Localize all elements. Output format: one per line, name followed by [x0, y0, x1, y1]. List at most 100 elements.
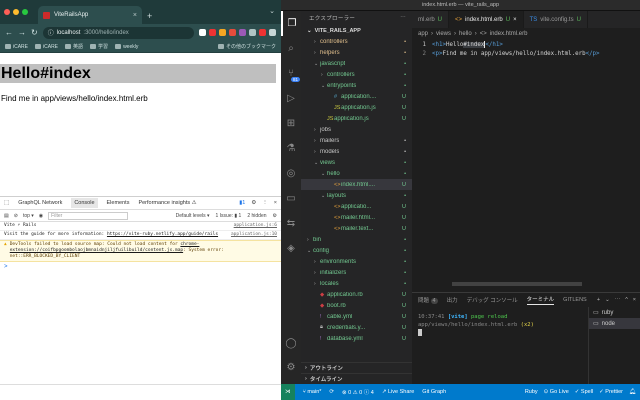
- zoom-window-button[interactable]: [22, 9, 28, 15]
- tree-file[interactable]: ◆ application.rb U: [301, 289, 412, 300]
- testing-flask-icon[interactable]: ⚗: [281, 136, 301, 161]
- run-debug-icon[interactable]: ▷: [281, 86, 301, 111]
- profile-avatar[interactable]: [269, 29, 276, 36]
- tab-console[interactable]: Console: [71, 198, 98, 208]
- tree-file[interactable]: ! database.yml U: [301, 333, 412, 344]
- terminal-dropdown-icon[interactable]: ⌄: [605, 297, 610, 303]
- tree-file[interactable]: JS application.js U: [301, 113, 412, 124]
- forward-button[interactable]: →: [18, 28, 26, 37]
- live-share-icon[interactable]: ⇆: [281, 211, 301, 236]
- sidebar-toggle-icon[interactable]: ▤: [4, 213, 9, 219]
- tree-folder[interactable]: › locales •: [301, 278, 412, 289]
- notifications-bell-icon[interactable]: 🔔︎: [629, 389, 636, 395]
- console-settings-icon[interactable]: ⚙: [273, 213, 277, 219]
- search-icon[interactable]: ⌕: [281, 36, 301, 61]
- maximize-panel-icon[interactable]: ^: [625, 297, 628, 303]
- explorer-more-icon[interactable]: ⋯: [400, 15, 406, 21]
- go-live-button[interactable]: ⊙ Go Live: [544, 389, 569, 395]
- editor-tab[interactable]: TS vite.config.ts U: [524, 11, 588, 28]
- guide-link[interactable]: https://vite-ruby.netlify.app/guide/rail…: [107, 232, 218, 237]
- back-button[interactable]: ←: [5, 28, 13, 37]
- bookmark-item[interactable]: 学習: [90, 43, 108, 50]
- extension-icon[interactable]: [219, 29, 226, 36]
- tree-folder[interactable]: ⌄ entrypoints •: [301, 80, 412, 91]
- close-panel-icon[interactable]: ×: [633, 297, 636, 303]
- tree-file[interactable]: ! cable.yml U: [301, 311, 412, 322]
- tree-folder[interactable]: ⌄ hello •: [301, 168, 412, 179]
- extension-icon[interactable]: [209, 29, 216, 36]
- tab-debug-console[interactable]: デバッグ コンソール: [467, 296, 518, 304]
- tree-folder[interactable]: ⌄ javascript •: [301, 58, 412, 69]
- tab-search-chevron-icon[interactable]: ⌄: [269, 7, 275, 15]
- tree-file[interactable]: ◆ boot.rb U: [301, 300, 412, 311]
- browser-tab[interactable]: ViteRailsApp ×: [38, 6, 142, 24]
- console-filter-input[interactable]: Filter: [48, 211, 129, 220]
- tab-gitlens[interactable]: GITLENS: [563, 297, 587, 303]
- tree-folder[interactable]: › controllers •: [301, 69, 412, 80]
- tree-folder[interactable]: › helpers •: [301, 47, 412, 58]
- remote-indicator[interactable]: ⋊: [281, 384, 295, 400]
- sync-icon[interactable]: ⟳: [329, 389, 334, 395]
- manage-gear-icon[interactable]: ⚙: [281, 355, 301, 380]
- issues-counter[interactable]: ▮1: [239, 200, 245, 206]
- timeline-section[interactable]: › タイムライン: [301, 373, 412, 384]
- more-options-icon[interactable]: ⋮: [262, 200, 268, 206]
- explorer-files-icon[interactable]: ❐: [281, 11, 301, 36]
- git-graph-button[interactable]: Git Graph: [422, 389, 446, 395]
- tree-file[interactable]: <> mailer.text... U: [301, 223, 412, 234]
- editor-tab[interactable]: ml.erb U: [412, 11, 450, 28]
- tree-folder[interactable]: › controllers •: [301, 36, 412, 47]
- tab-performance-insights[interactable]: Performance insights ⚠: [138, 200, 196, 206]
- prettier-button[interactable]: ✓ Prettier: [599, 389, 623, 395]
- clear-console-icon[interactable]: ⊘: [14, 213, 18, 219]
- more-actions-icon[interactable]: ⋯: [615, 297, 621, 303]
- extensions-icon[interactable]: ⊞: [281, 111, 301, 136]
- log-levels-select[interactable]: Default levels ▾: [176, 213, 210, 219]
- settings-gear-icon[interactable]: ⚙: [251, 200, 256, 206]
- tree-folder[interactable]: ⌄ views •: [301, 157, 412, 168]
- gitlens-icon[interactable]: ◎: [281, 161, 301, 186]
- tab-problems[interactable]: 問題 4: [418, 296, 438, 304]
- horizontal-scrollbar[interactable]: [412, 281, 640, 287]
- problems-indicator[interactable]: ⊗ 0 ⚠ 0 ⓘ 4: [342, 388, 374, 396]
- extension-icon[interactable]: [239, 29, 246, 36]
- extension-icon[interactable]: [249, 29, 256, 36]
- tree-folder[interactable]: › jobs: [301, 124, 412, 135]
- bookmark-item[interactable]: iCARE: [5, 44, 28, 50]
- tree-file[interactable]: 🔒︎ credentials.y... U: [301, 322, 412, 333]
- tab-close-icon[interactable]: ×: [513, 17, 517, 23]
- breadcrumb-item[interactable]: app: [418, 31, 428, 37]
- tree-file[interactable]: <> index.html.... U: [301, 179, 412, 190]
- inspect-icon[interactable]: ⬚: [4, 200, 9, 206]
- project-root[interactable]: ⌄ VITE_RAILS_APP: [301, 25, 412, 36]
- tree-folder[interactable]: › mailers •: [301, 135, 412, 146]
- editor-tab-active[interactable]: <> index.html.erb U ×: [449, 11, 524, 28]
- new-tab-button[interactable]: +: [147, 11, 152, 21]
- source-link[interactable]: application.js:6: [234, 223, 277, 229]
- reload-button[interactable]: ↻: [31, 28, 38, 37]
- tree-file[interactable]: <> applicatio... U: [301, 201, 412, 212]
- new-terminal-icon[interactable]: +: [597, 297, 600, 303]
- context-select[interactable]: top ▾: [23, 213, 34, 219]
- console-prompt[interactable]: >: [0, 262, 281, 272]
- close-window-button[interactable]: [4, 9, 10, 15]
- extension-icon[interactable]: [199, 29, 206, 36]
- tree-folder[interactable]: › models •: [301, 146, 412, 157]
- tree-folder[interactable]: ⌄ config •: [301, 245, 412, 256]
- tree-file[interactable]: JS application.js U: [301, 102, 412, 113]
- outline-section[interactable]: › アウトライン: [301, 362, 412, 373]
- terminal-output[interactable]: 10:37:41 [vite] page reload app/views/he…: [418, 313, 598, 337]
- docker-icon[interactable]: ◈: [281, 236, 301, 261]
- tab-graphql-network[interactable]: GraphQL Network: [18, 200, 62, 206]
- account-icon[interactable]: ◯: [281, 331, 301, 356]
- tab-terminal[interactable]: ターミナル: [526, 295, 555, 305]
- url-bar[interactable]: ⓘ localhost:3000/hello/index: [42, 26, 194, 39]
- source-control-icon[interactable]: ⑂ 81: [281, 61, 301, 86]
- breadcrumb-item[interactable]: index.html.erb: [490, 31, 528, 37]
- eye-icon[interactable]: ◉: [39, 213, 43, 219]
- extension-icon[interactable]: [229, 29, 236, 36]
- extension-icon[interactable]: [259, 29, 266, 36]
- tab-output[interactable]: 出力: [447, 296, 458, 304]
- tab-elements[interactable]: Elements: [107, 200, 130, 206]
- source-link[interactable]: application.js:10: [231, 232, 277, 238]
